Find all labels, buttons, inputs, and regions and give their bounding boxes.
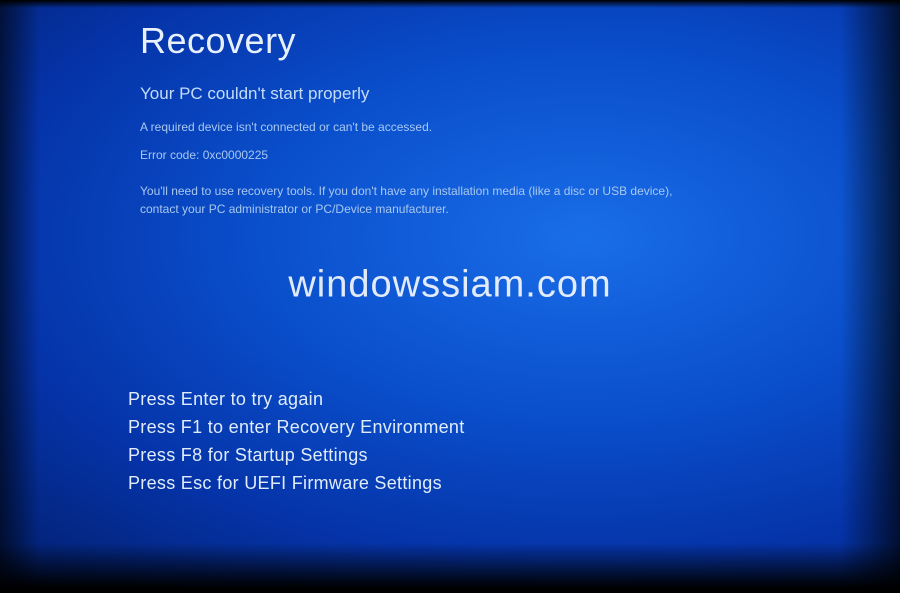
keyboard-options: Press Enter to try again Press F1 to ent… — [128, 386, 465, 498]
vignette-bottom — [0, 543, 900, 593]
option-f8[interactable]: Press F8 for Startup Settings — [128, 442, 465, 470]
page-title: Recovery — [140, 20, 770, 62]
vignette-right — [840, 0, 900, 593]
error-code: Error code: 0xc0000225 — [140, 148, 770, 162]
vignette-top — [0, 0, 900, 8]
vignette-left — [0, 0, 40, 593]
option-f1[interactable]: Press F1 to enter Recovery Environment — [128, 414, 465, 442]
recovery-content: Recovery Your PC couldn't start properly… — [0, 0, 900, 218]
option-enter[interactable]: Press Enter to try again — [128, 386, 465, 414]
recovery-instructions: You'll need to use recovery tools. If yo… — [140, 182, 700, 218]
error-message: A required device isn't connected or can… — [140, 120, 770, 134]
watermark-text: windowssiam.com — [288, 263, 611, 306]
option-esc[interactable]: Press Esc for UEFI Firmware Settings — [128, 470, 465, 498]
error-subtitle: Your PC couldn't start properly — [140, 84, 770, 104]
